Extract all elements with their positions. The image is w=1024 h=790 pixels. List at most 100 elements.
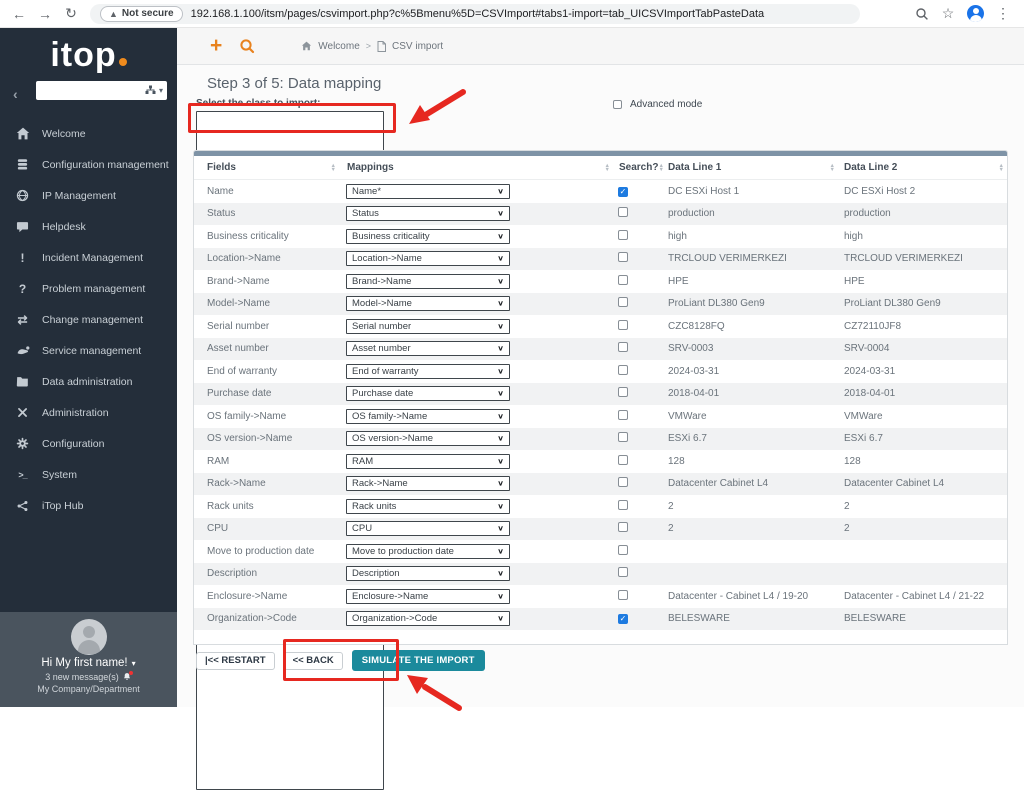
bookmark-star-icon[interactable]: ☆ (935, 5, 961, 22)
browser-back-icon[interactable]: ← (6, 6, 32, 22)
search-checkbox[interactable] (618, 274, 628, 285)
search-checkbox[interactable] (618, 499, 628, 510)
search-checkbox[interactable] (618, 522, 628, 533)
sort-icon[interactable]: ▲ ▼ (331, 163, 336, 173)
search-checkbox[interactable] (618, 567, 628, 578)
field-name: Serial number (207, 320, 270, 332)
mapping-select[interactable]: Enclosure->Name ∨ (346, 588, 510, 604)
mapping-select[interactable]: Purchase date ∨ (346, 386, 510, 402)
table-row: Serial number Serial number ∨ CZC8128FQ CZ72… (194, 315, 1007, 338)
user-avatar[interactable] (70, 619, 107, 655)
mapping-select[interactable]: Organization->Code ∨ (346, 611, 510, 627)
sidebar-item-itop-hub[interactable]: iTop Hub (0, 490, 177, 521)
data-line-2-value: BELESWARE (844, 613, 906, 625)
mapping-select[interactable]: Model->Name ∨ (346, 296, 510, 312)
select-caret-icon: ∨ (497, 434, 504, 443)
search-checkbox[interactable] (618, 364, 628, 375)
sidebar-collapse-icon[interactable]: ‹ (13, 86, 18, 102)
search-checkbox[interactable] (618, 229, 628, 240)
organization-tree-icon[interactable] (145, 82, 156, 100)
sidebar-item-data-administration[interactable]: Data administration (0, 366, 177, 397)
mapping-select[interactable]: Rack units ∨ (346, 498, 510, 514)
select-caret-icon: ∨ (497, 299, 504, 308)
notification-bell-icon[interactable] (122, 671, 133, 682)
mapping-select[interactable]: Name* ∨ (346, 183, 510, 199)
sidebar-item-change-management[interactable]: ⇄ Change management (0, 304, 177, 335)
database-icon (14, 158, 31, 171)
sidebar-item-incident-management[interactable]: ! Incident Management (0, 242, 177, 273)
mapping-select[interactable]: Serial number ∨ (346, 318, 510, 334)
mapping-select[interactable]: OS version->Name ∨ (346, 431, 510, 447)
restart-button[interactable]: |<< RESTART (196, 651, 275, 670)
search-checkbox[interactable] (618, 342, 628, 353)
sort-icon[interactable]: ▲ ▼ (999, 163, 1004, 173)
sort-icon[interactable]: ▲ ▼ (830, 163, 835, 173)
mapping-select[interactable]: End of warranty ∨ (346, 363, 510, 379)
warning-icon: ▲ (109, 8, 118, 19)
sidebar-item-administration[interactable]: Administration (0, 397, 177, 428)
breadcrumb-welcome[interactable]: Welcome (318, 41, 360, 52)
not-secure-chip[interactable]: ▲ Not secure (100, 5, 183, 22)
sidebar-item-helpdesk[interactable]: Helpdesk (0, 211, 177, 242)
mapping-select[interactable]: Brand->Name ∨ (346, 273, 510, 289)
advanced-mode-checkbox[interactable] (613, 100, 622, 109)
sidebar-item-system[interactable]: >_ System (0, 459, 177, 490)
search-checkbox[interactable] (618, 544, 628, 555)
new-object-button[interactable]: + (210, 35, 222, 56)
search-checkbox[interactable]: ✓ (618, 614, 628, 625)
search-checkbox[interactable] (618, 297, 628, 308)
search-checkbox[interactable] (618, 454, 628, 465)
search-checkbox[interactable] (618, 477, 628, 488)
browser-forward-icon[interactable]: → (32, 6, 58, 22)
mapping-select[interactable]: RAM ∨ (346, 453, 510, 469)
search-checkbox[interactable] (618, 409, 628, 420)
mapping-select[interactable]: OS family->Name ∨ (346, 408, 510, 424)
breadcrumb-csv-import[interactable]: CSV import (392, 41, 443, 52)
table-row: Status Status ∨ production production (194, 202, 1007, 225)
sidebar-item-ip-management[interactable]: IP Management (0, 180, 177, 211)
back-button[interactable]: << BACK (283, 651, 343, 670)
simulate-import-button[interactable]: SIMULATE THE IMPORT (351, 650, 485, 671)
search-checkbox[interactable] (618, 589, 628, 600)
wizard-buttons: |<< RESTART << BACK SIMULATE THE IMPORT (196, 650, 485, 671)
mapping-select[interactable]: CPU ∨ (346, 521, 510, 537)
data-line-2-value: DC ESXi Host 2 (844, 185, 916, 197)
mapping-select[interactable]: Location->Name ∨ (346, 251, 510, 267)
sidebar-item-label: Welcome (42, 127, 86, 140)
address-bar[interactable]: ▲ Not secure 192.168.1.100/itsm/pages/cs… (90, 3, 860, 24)
field-name: OS version->Name (207, 433, 293, 445)
chevron-down-icon[interactable]: ▾ (159, 86, 163, 95)
mapping-select[interactable]: Move to production date ∨ (346, 543, 510, 559)
browser-menu-icon[interactable]: ⋮ (990, 5, 1016, 22)
breadcrumb-separator: > (365, 41, 372, 51)
browser-profile-icon[interactable] (967, 5, 984, 22)
sidebar-item-configuration[interactable]: Configuration (0, 428, 177, 459)
mapping-select[interactable]: Business criticality ∨ (346, 228, 510, 244)
annotation-arrow-class-select (409, 89, 466, 124)
search-checkbox[interactable] (618, 432, 628, 443)
user-greeting[interactable]: Hi My first name! ▾ (0, 657, 177, 669)
browser-reload-icon[interactable]: ↻ (58, 5, 84, 22)
sidebar-search-input[interactable] (36, 83, 145, 98)
mapping-select[interactable]: Rack->Name ∨ (346, 476, 510, 492)
search-checkbox[interactable] (618, 387, 628, 398)
globe-icon (14, 189, 31, 202)
select-caret-icon: ∨ (497, 276, 504, 285)
sidebar-item-configuration-management[interactable]: Configuration management (0, 149, 177, 180)
sidebar-item-welcome[interactable]: Welcome (0, 118, 177, 149)
mapping-select[interactable]: Asset number ∨ (346, 341, 510, 357)
search-checkbox[interactable] (618, 207, 628, 218)
search-checkbox[interactable] (618, 252, 628, 263)
mapping-select[interactable]: Description ∨ (346, 566, 510, 582)
search-checkbox[interactable]: ✓ (618, 186, 628, 197)
sidebar-item-problem-management[interactable]: ? Problem management (0, 273, 177, 304)
page-zoom-icon[interactable] (915, 7, 929, 21)
mapping-select[interactable]: Status ∨ (346, 206, 510, 222)
new-messages-text[interactable]: 3 new message(s) (45, 672, 119, 682)
sidebar-item-service-management[interactable]: Service management (0, 335, 177, 366)
select-caret-icon: ∨ (497, 411, 504, 420)
global-search-icon[interactable] (239, 38, 255, 54)
sort-icon[interactable]: ▲ ▼ (605, 163, 610, 173)
search-checkbox[interactable] (618, 319, 628, 330)
home-icon (14, 127, 31, 140)
